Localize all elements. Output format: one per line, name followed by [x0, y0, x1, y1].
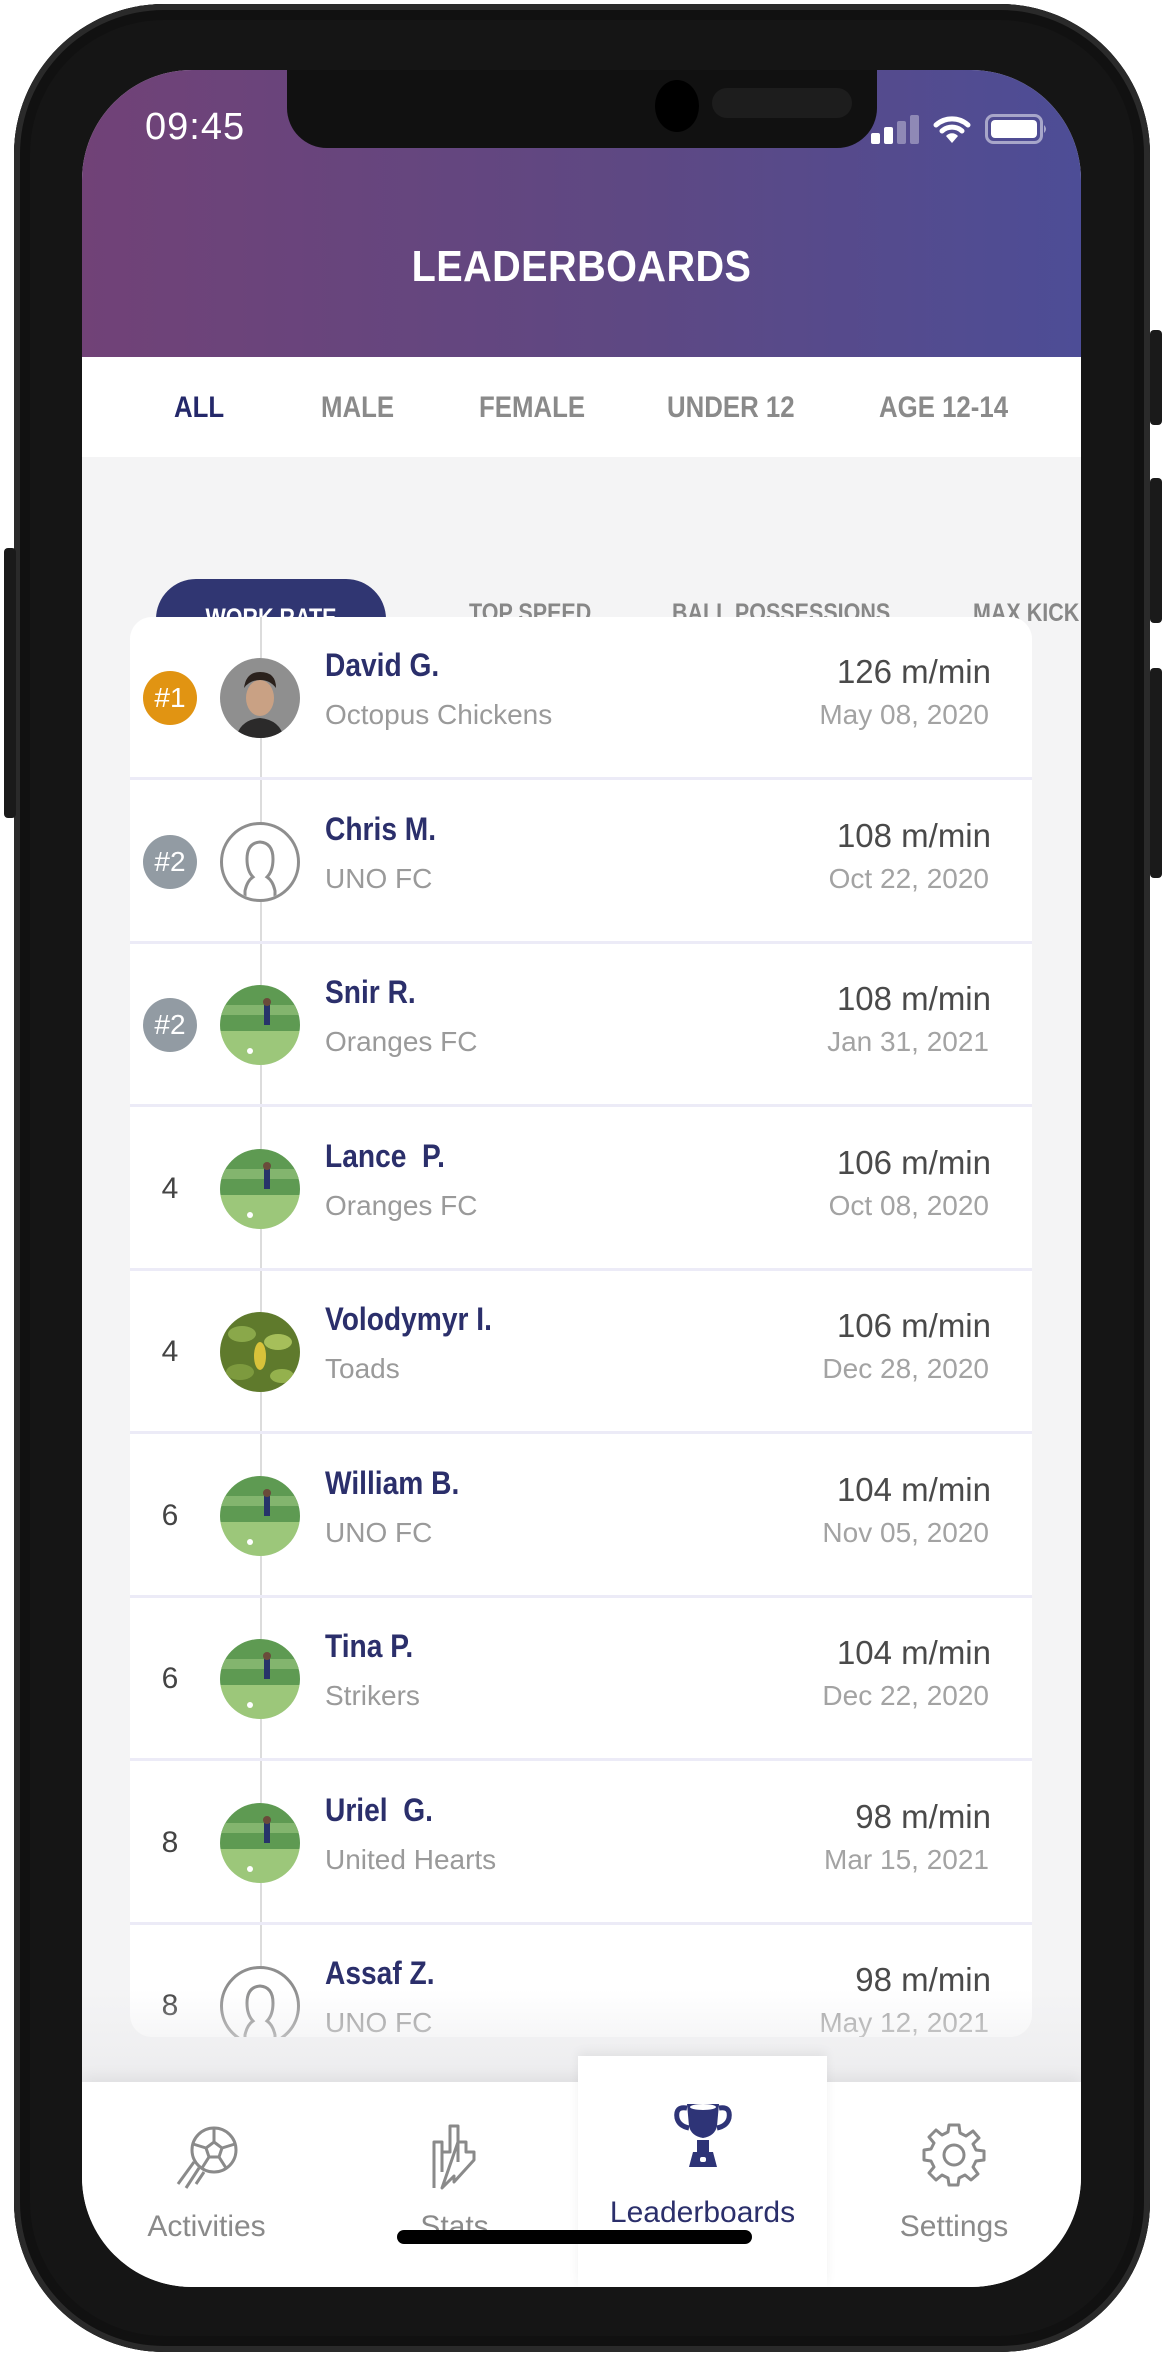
- stat-value: 98 m/min: [855, 1797, 991, 1835]
- stat-date: Dec 22, 2020: [822, 1680, 989, 1711]
- side-button-right-1: [1150, 330, 1162, 425]
- stat-value: 108 m/min: [836, 816, 991, 854]
- filter-tab-age-12-14[interactable]: AGE 12-14: [879, 391, 1008, 425]
- team-name: UNO FC: [325, 862, 433, 894]
- stat-value: 104 m/min: [836, 1634, 991, 1671]
- team-name: Octopus Chickens: [325, 699, 553, 730]
- battery-icon: [985, 114, 1046, 144]
- page-title: LEADERBOARDS: [411, 242, 752, 291]
- team-name: Oranges FC: [325, 1189, 478, 1221]
- wifi-icon: [933, 116, 971, 143]
- status-icons: [871, 114, 1049, 144]
- rank-badge: #2: [143, 998, 197, 1052]
- stat-date: Nov 05, 2020: [822, 1516, 989, 1548]
- rank-number: 4: [161, 1171, 179, 1205]
- stat-date: May 08, 2020: [819, 699, 989, 730]
- player-name: Tina P.: [325, 1628, 414, 1664]
- leaderboard-row[interactable]: #1 David G. Octopus Chickens 126 m/min May 0…: [130, 617, 1032, 780]
- rank-number: 6: [161, 1662, 179, 1695]
- nav-tab-activities[interactable]: Activities: [82, 2082, 331, 2287]
- leaderboard-row[interactable]: 4 Volodymyr I. Toads 106 m/min Dec 28, 2020: [130, 1271, 1032, 1434]
- team-name: United Hearts: [325, 1843, 497, 1875]
- stat-value: 126 m/min: [836, 653, 991, 690]
- rank-number: 6: [161, 1498, 179, 1532]
- filter-tab-all[interactable]: ALL: [174, 391, 224, 425]
- stat-value: 106 m/min: [836, 1307, 991, 1344]
- camera: [655, 80, 699, 132]
- nav-label: Activities: [147, 2210, 266, 2243]
- avatar: [220, 1639, 300, 1719]
- nav-tab-stats[interactable]: Stats: [331, 2082, 578, 2287]
- stat-value: 106 m/min: [836, 1143, 991, 1181]
- side-button-right-3: [1150, 668, 1162, 878]
- stat-date: Oct 22, 2020: [828, 862, 989, 894]
- stat-date: Mar 15, 2021: [824, 1843, 989, 1875]
- nav-tab-leaderboards[interactable]: Leaderboards: [578, 2056, 827, 2287]
- player-name: David G.: [325, 647, 440, 683]
- player-name: Snir R.: [325, 974, 416, 1010]
- nav-tab-settings[interactable]: Settings: [827, 2082, 1081, 2287]
- soccer-ball-icon: [176, 2126, 237, 2189]
- leaderboard-row[interactable]: 6 Tina P. Strikers 104 m/min Dec 22, 2020: [130, 1598, 1032, 1761]
- avatar: [220, 985, 300, 1065]
- leaderboard-row[interactable]: 8 Uriel G. United Hearts 98 m/min Mar 15, 20…: [130, 1762, 1032, 1925]
- trophy-icon: [673, 2104, 732, 2167]
- nav-label: Settings: [899, 2210, 1009, 2243]
- rank-number: 4: [161, 1335, 179, 1368]
- cellular-signal-icon: [871, 115, 919, 144]
- team-name: Toads: [325, 1353, 400, 1384]
- app-screen: 09:45 LEADERBOARDS ALL MALE FEMALE UNDER…: [82, 70, 1081, 2287]
- stat-date: Jan 31, 2021: [827, 1026, 989, 1057]
- rank-number: 8: [161, 1825, 179, 1859]
- side-button-right-2: [1150, 478, 1162, 623]
- filter-tab-under-12[interactable]: UNDER 12: [667, 391, 795, 425]
- player-name: Lance P.: [325, 1137, 446, 1174]
- rank-badge: #2: [143, 834, 197, 889]
- nav-label: Leaderboards: [609, 2196, 796, 2229]
- stat-value: 104 m/min: [836, 1470, 991, 1508]
- status-time: 09:45: [145, 106, 246, 148]
- avatar: [220, 1312, 300, 1392]
- team-name: Strikers: [325, 1680, 420, 1711]
- stats-chart-icon: [432, 2124, 475, 2190]
- filter-tab-female[interactable]: FEMALE: [479, 391, 585, 425]
- player-name: Assaf Z.: [325, 1955, 435, 1991]
- speaker: [712, 88, 852, 118]
- player-name: Chris M.: [325, 810, 437, 847]
- player-name: Uriel G.: [325, 1791, 433, 1828]
- rank-badge: #1: [143, 671, 197, 725]
- player-name: William B.: [325, 1464, 460, 1501]
- leaderboard-row[interactable]: #2 Chris M. UNO FC 108 m/min Oct 22, 2020: [130, 781, 1032, 944]
- stat-date: Oct 08, 2020: [828, 1189, 989, 1221]
- side-button-left: [4, 548, 16, 818]
- stat-value: 108 m/min: [836, 980, 991, 1017]
- team-name: Oranges FC: [325, 1026, 478, 1057]
- leaderboard-row[interactable]: 6 William B. UNO FC 104 m/min Nov 05, 2020: [130, 1435, 1032, 1598]
- group-filter-tabs: ALL MALE FEMALE UNDER 12 AGE 12-14: [82, 357, 1081, 457]
- avatar: [220, 1802, 300, 1883]
- home-indicator: [397, 2230, 752, 2244]
- avatar: [220, 1148, 300, 1229]
- player-name: Volodymyr I.: [325, 1301, 492, 1337]
- filter-tab-male[interactable]: MALE: [321, 391, 394, 425]
- leaderboard-row[interactable]: 4 Lance P. Oranges FC 106 m/min Oct 08, 2020: [130, 1108, 1032, 1271]
- stat-date: Dec 28, 2020: [822, 1353, 989, 1384]
- leaderboard-list: #1 David G. Octopus Chickens 126 m/min May 0…: [130, 617, 1032, 2037]
- device-notch: [287, 70, 877, 148]
- avatar-placeholder-icon: [220, 821, 300, 902]
- avatar: [220, 658, 300, 738]
- gear-icon: [922, 2123, 986, 2187]
- bottom-nav: Activities Stats Leaderboards Settings: [82, 2056, 1081, 2287]
- team-name: UNO FC: [325, 1516, 433, 1548]
- avatar: [220, 1475, 300, 1556]
- leaderboard-row[interactable]: #2 Snir R. Oranges FC 108 m/min Jan 31, 2021: [130, 944, 1032, 1107]
